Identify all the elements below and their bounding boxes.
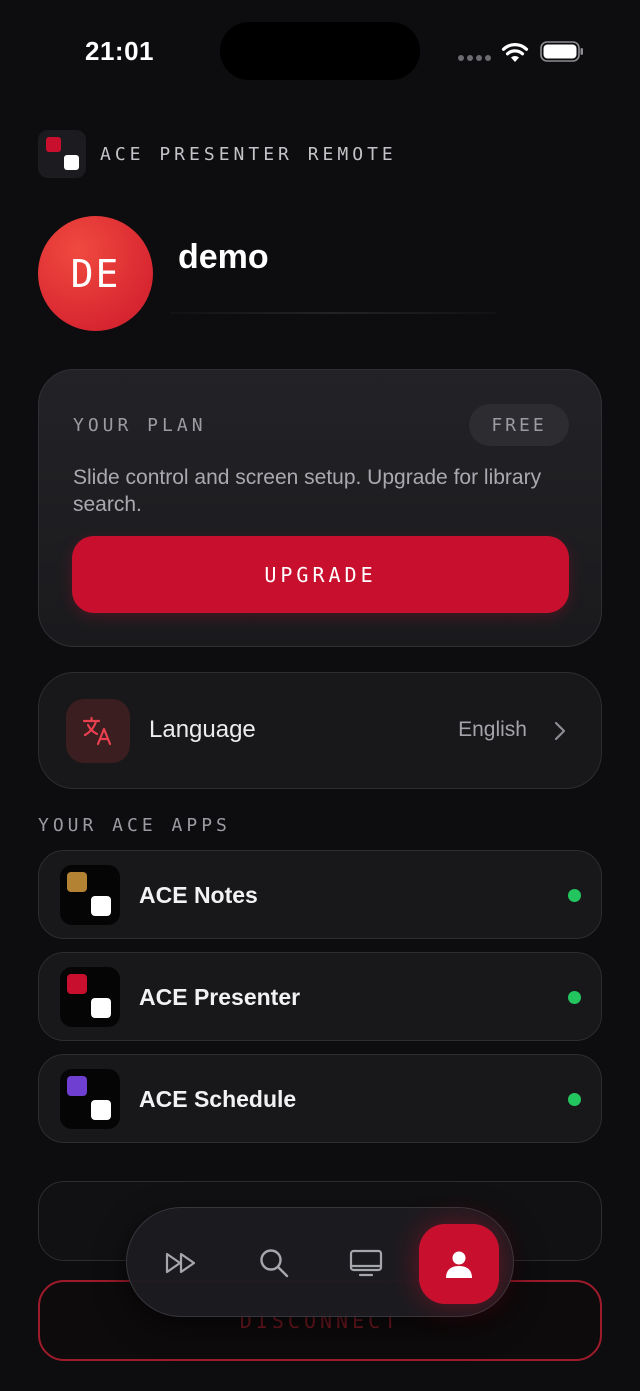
plan-badge: FREE [469, 404, 569, 446]
ace-presenter-icon [60, 967, 120, 1027]
app-row-ace-presenter[interactable]: ACE Presenter [38, 952, 602, 1041]
app-name: ACE Presenter [139, 984, 301, 1010]
plan-label: YOUR PLAN [73, 415, 207, 436]
tab-screens[interactable] [330, 1227, 402, 1299]
status-dot [568, 889, 581, 902]
app-row-ace-notes[interactable]: ACE Notes [38, 850, 602, 939]
status-time: 21:01 [85, 36, 154, 66]
app-row-ace-schedule[interactable]: ACE Schedule [38, 1054, 602, 1143]
ace-schedule-icon [60, 1069, 120, 1129]
apps-section-title: YOUR ACE APPS [38, 815, 231, 836]
username-divider [170, 312, 496, 314]
tab-profile[interactable] [419, 1224, 499, 1304]
status-dot [568, 991, 581, 1004]
ace-notes-icon [60, 865, 120, 925]
wifi-icon [501, 43, 529, 62]
brand-header: ACE PRESENTER REMOTE [38, 130, 397, 178]
plan-card: YOUR PLAN FREE Slide control and screen … [38, 369, 602, 647]
monitor-icon [349, 1249, 383, 1277]
language-value: English [458, 718, 527, 741]
cellular-signal-icon [458, 55, 492, 61]
ace-logo-icon [38, 130, 86, 178]
bottom-tab-bar [126, 1207, 514, 1317]
app-name: ACE Schedule [139, 1086, 297, 1112]
app-name: ACE Notes [139, 882, 258, 908]
avatar: DE [38, 216, 153, 331]
translate-icon [66, 699, 130, 763]
chevron-right-icon [554, 721, 566, 741]
status-dot [568, 1093, 581, 1106]
language-setting-row[interactable]: Language English [38, 672, 602, 789]
upgrade-button[interactable]: UPGRADE [72, 536, 569, 613]
tab-search[interactable] [238, 1227, 310, 1299]
fast-forward-icon [165, 1252, 196, 1274]
status-bar: 21:01 [0, 0, 640, 100]
profile-icon [446, 1251, 472, 1278]
profile-section: DE demo [38, 216, 598, 332]
username: demo [178, 238, 269, 276]
tab-slides[interactable] [146, 1227, 218, 1299]
language-label: Language [149, 716, 256, 743]
battery-icon [540, 41, 583, 62]
plan-description: Slide control and screen setup. Upgrade … [73, 466, 542, 516]
search-icon [260, 1249, 289, 1278]
dynamic-island [220, 22, 420, 80]
brand-name: ACE PRESENTER REMOTE [100, 143, 397, 165]
